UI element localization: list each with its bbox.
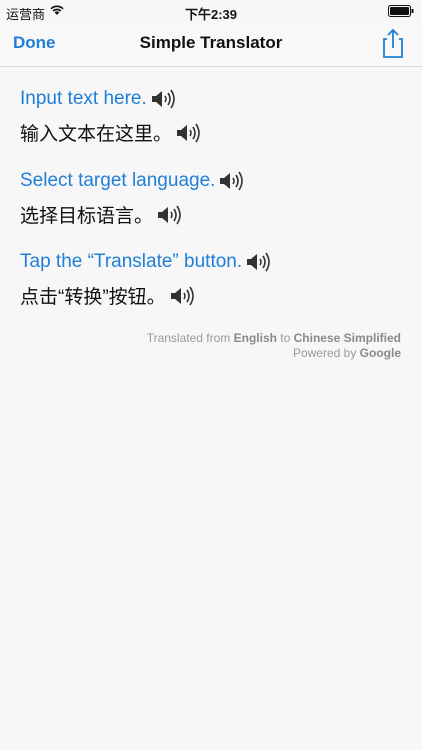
speaker-icon[interactable] (156, 203, 182, 227)
powered-by-line: Powered by Google (147, 346, 401, 361)
source-text: Select target language. (20, 170, 216, 191)
speaker-icon[interactable] (218, 169, 244, 193)
status-bar: 运营商 下午2:39 (0, 0, 422, 22)
translated-text: 点击“转换”按钮。 (20, 287, 166, 308)
battery-icon (388, 5, 414, 20)
speaker-icon[interactable] (169, 284, 195, 308)
translated-text: 输入文本在这里。 (20, 124, 173, 145)
source-text: Tap the “Translate” button. (20, 251, 243, 272)
provider-name: Google (359, 346, 401, 360)
speaker-icon[interactable] (175, 121, 201, 145)
powered-by-prefix: Powered by (292, 346, 360, 360)
translated-text: 选择目标语言。 (20, 206, 154, 227)
speaker-icon[interactable] (150, 87, 176, 111)
target-language: Chinese Simplified (293, 331, 401, 345)
translated-from-line: Translated from English to Chinese Simpl… (147, 331, 401, 346)
to-word: to (276, 331, 294, 345)
speaker-icon[interactable] (245, 250, 271, 274)
status-time: 下午2:39 (184, 7, 238, 22)
attribution-footer: Translated from English to Chinese Simpl… (147, 331, 401, 361)
translation-pair: Input text here. 输入文本在这里。 (20, 87, 201, 146)
translated-from-prefix: Translated from (146, 331, 234, 345)
translation-pair: Tap the “Translate” button. 点击“转换”按钮。 (20, 250, 271, 309)
source-language: English (233, 331, 277, 345)
navigation-bar: Done Simple Translator (0, 22, 422, 67)
page-title: Simple Translator (139, 33, 283, 52)
share-icon (383, 28, 403, 58)
translation-pair: Select target language. 选择目标语言。 (20, 169, 244, 228)
source-text: Input text here. (20, 88, 147, 109)
share-button[interactable] (378, 27, 408, 59)
